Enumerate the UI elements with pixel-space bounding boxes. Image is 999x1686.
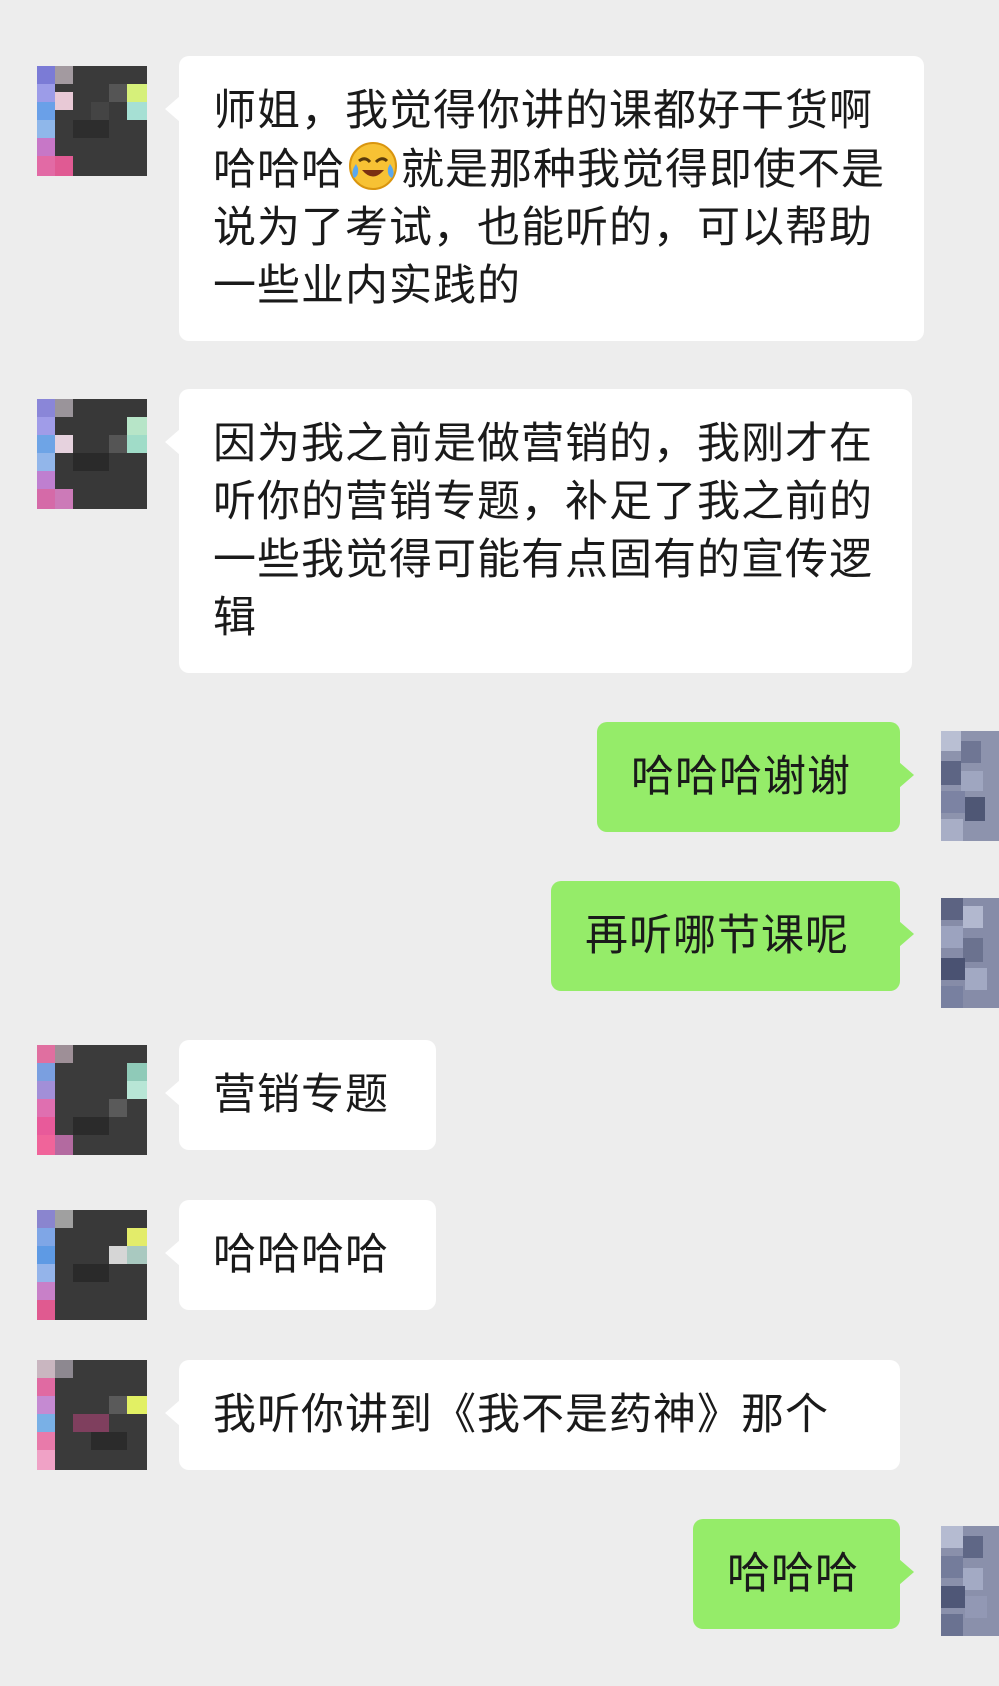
message-bubble[interactable]: 哈哈哈哈: [165, 1200, 436, 1310]
message-text: 营销专题: [213, 1070, 389, 1120]
message-text: 哈哈哈谢谢: [631, 752, 851, 802]
message-bubble[interactable]: 因为我之前是做营销的，我刚才在听你的营销专题，补足了我之前的一些我觉得可能有点固…: [165, 389, 912, 673]
pixelated-avatar-icon: [941, 1526, 999, 1636]
pixelated-avatar-icon: [37, 1045, 147, 1155]
pixelated-avatar-icon: [37, 66, 147, 176]
message-bubble[interactable]: 营销专题: [165, 1040, 436, 1150]
avatar[interactable]: [37, 1045, 147, 1155]
avatar[interactable]: [37, 399, 147, 509]
message-text: 我听你讲到《我不是药神》那个: [213, 1390, 829, 1440]
message-bubble[interactable]: 师姐，我觉得你讲的课都好干货啊哈哈哈 就是那种我觉得即使不是说为了考试，也能听的，…: [165, 56, 924, 341]
message-text: 因为我之前是做营销的，我刚才在听你的营销专题，补足了我之前的一些我觉得可能有点固…: [213, 419, 873, 643]
message-bubble[interactable]: 哈哈哈: [693, 1519, 914, 1629]
message-text: 哈哈哈: [727, 1549, 859, 1599]
message-text: 再听哪节课呢: [585, 911, 849, 961]
avatar[interactable]: [941, 898, 999, 1008]
pixelated-avatar-icon: [37, 399, 147, 509]
pixelated-avatar-icon: [941, 898, 999, 1008]
avatar[interactable]: [37, 1360, 147, 1470]
message-bubble[interactable]: 再听哪节课呢: [551, 881, 914, 991]
avatar[interactable]: [941, 1526, 999, 1636]
message-text: 哈哈哈哈: [213, 1230, 389, 1280]
message-text: 师姐，我觉得你讲的课都好干货啊哈哈哈 就是那种我觉得即使不是说为了考试，也能听的，…: [213, 86, 885, 311]
avatar[interactable]: [37, 1210, 147, 1320]
message-bubble[interactable]: 哈哈哈谢谢: [597, 722, 914, 832]
pixelated-avatar-icon: [37, 1210, 147, 1320]
pixelated-avatar-icon: [37, 1360, 147, 1470]
crying-laughing-icon: [347, 140, 399, 192]
avatar[interactable]: [941, 731, 999, 841]
avatar[interactable]: [37, 66, 147, 176]
message-bubble[interactable]: 我听你讲到《我不是药神》那个: [165, 1360, 900, 1470]
pixelated-avatar-icon: [941, 731, 999, 841]
